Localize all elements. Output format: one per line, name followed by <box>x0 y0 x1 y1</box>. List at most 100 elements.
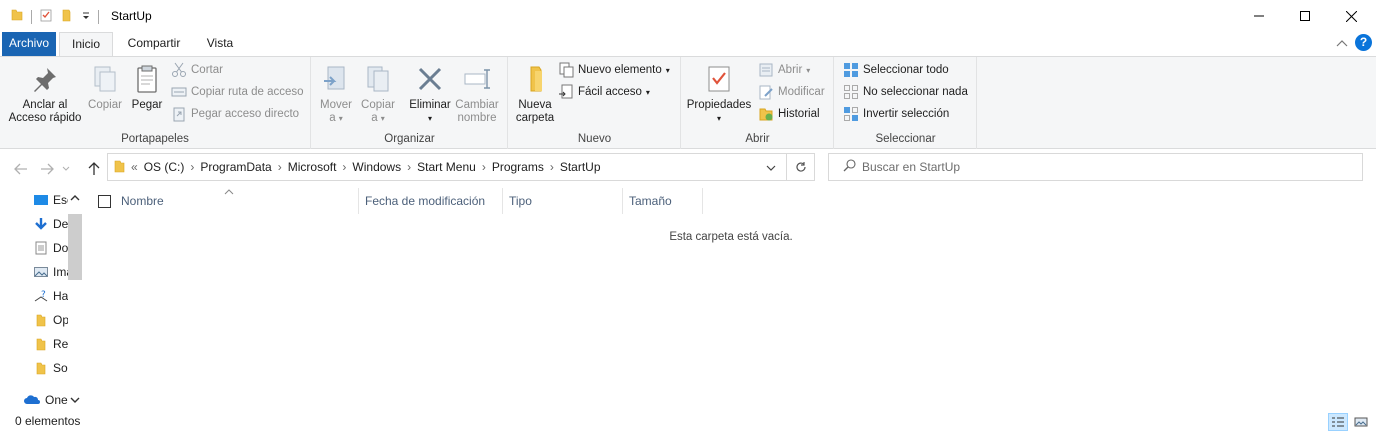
select-none-button[interactable]: No seleccionar nada <box>843 82 968 102</box>
network-icon: ? <box>34 290 48 302</box>
rename-icon <box>464 69 490 89</box>
copy-to-button[interactable]: Copiar a ▾ <box>358 63 398 125</box>
breadcrumb-windows[interactable]: Windows <box>348 160 405 174</box>
column-tamano[interactable]: Tamaño <box>623 188 703 214</box>
scroll-down-icon[interactable] <box>70 396 80 404</box>
svg-text:?: ? <box>41 290 46 300</box>
collapse-ribbon-icon[interactable] <box>1336 38 1348 52</box>
breadcrumb-microsoft[interactable]: Microsoft <box>284 160 341 174</box>
qat-dropdown-icon[interactable] <box>81 8 91 25</box>
nav-item-re[interactable]: Re <box>34 334 68 354</box>
quick-access-toolbar <box>10 8 99 25</box>
minimize-button[interactable] <box>1236 0 1282 32</box>
folder-icon <box>36 314 46 327</box>
select-all-button[interactable]: Seleccionar todo <box>843 60 949 80</box>
forward-arrow-icon[interactable] <box>38 160 56 178</box>
maximize-button[interactable] <box>1282 0 1328 32</box>
group-label-organizar: Organizar <box>384 133 435 145</box>
open-button[interactable]: Abrir ▾ <box>758 60 810 80</box>
nav-item-onedrive[interactable]: OneDrive <box>24 390 68 410</box>
details-view-button[interactable] <box>1328 413 1348 431</box>
tab-archivo[interactable]: Archivo <box>2 32 56 56</box>
recent-dropdown-icon[interactable] <box>60 160 72 178</box>
rename-button[interactable]: Cambiar nombre <box>454 63 500 125</box>
new-folder-qat-icon[interactable] <box>60 8 74 25</box>
copy-button[interactable]: Copiar <box>86 63 124 112</box>
breadcrumb-start-menu[interactable]: Start Menu <box>413 160 480 174</box>
group-portapapeles: Anclar al Acceso rápido Copiar Pegar Cor… <box>0 57 311 149</box>
tab-compartir[interactable]: Compartir <box>118 32 190 56</box>
paste-button[interactable]: Pegar <box>128 63 166 112</box>
group-label-abrir: Abrir <box>745 133 770 145</box>
breadcrumb-separator[interactable]: › <box>480 160 488 174</box>
nav-scroll-thumb[interactable] <box>68 214 82 280</box>
chevron-down-icon: ▾ <box>665 65 670 75</box>
search-input[interactable] <box>862 160 1342 174</box>
nav-item-imagenes[interactable]: Imágenes <box>34 262 68 282</box>
open-icon <box>759 63 773 77</box>
tab-inicio[interactable]: Inicio <box>59 32 113 57</box>
copy-path-button[interactable]: Copiar ruta de acceso <box>171 82 304 102</box>
nav-item-escritorio[interactable]: Escritorio <box>34 190 68 210</box>
nav-item-hash[interactable]: ? Hash <box>34 286 68 306</box>
nav-item-op[interactable]: Op <box>34 310 68 330</box>
close-button[interactable] <box>1328 0 1374 32</box>
empty-folder-message: Esta carpeta está vacía. <box>669 231 793 243</box>
paste-shortcut-button[interactable]: Pegar acceso directo <box>171 104 299 124</box>
nav-scrollbar[interactable] <box>68 188 82 408</box>
history-icon <box>759 108 773 121</box>
breadcrumb-programs[interactable]: Programs <box>488 160 548 174</box>
breadcrumb-programdata[interactable]: ProgramData <box>196 160 275 174</box>
group-abrir: Propiedades ▾ Abrir ▾ Modificar Historia… <box>682 57 834 149</box>
easy-access-button[interactable]: Fácil acceso ▾ <box>558 82 650 102</box>
move-to-button[interactable]: Mover a ▾ <box>316 63 356 125</box>
cut-button[interactable]: Cortar <box>171 60 223 80</box>
window-title: StartUp <box>111 9 152 23</box>
properties-button[interactable]: Propiedades ▾ <box>685 63 753 125</box>
address-bar[interactable]: « OS (C:) › ProgramData › Microsoft › Wi… <box>107 153 787 181</box>
new-folder-button[interactable]: Nueva carpeta <box>513 63 557 125</box>
column-fecha[interactable]: Fecha de modificación <box>359 188 503 214</box>
breadcrumb-separator[interactable]: › <box>188 160 196 174</box>
refresh-button[interactable] <box>786 153 815 181</box>
search-box[interactable] <box>828 153 1363 181</box>
history-button[interactable]: Historial <box>758 104 820 124</box>
overflow-chevron[interactable]: « <box>129 160 140 174</box>
nav-item-so[interactable]: So <box>34 358 68 378</box>
scroll-up-icon[interactable] <box>70 194 80 202</box>
select-all-icon <box>844 63 858 77</box>
back-arrow-icon[interactable] <box>12 160 30 178</box>
breadcrumb-os-c[interactable]: OS (C:) <box>140 160 189 174</box>
new-item-button[interactable]: Nuevo elemento ▾ <box>558 60 670 80</box>
status-bar: 0 elementos <box>0 410 1376 433</box>
tab-vista[interactable]: Vista <box>196 32 244 56</box>
navigation-row: « OS (C:) › ProgramData › Microsoft › Wi… <box>0 150 1376 188</box>
select-all-checkbox[interactable] <box>98 195 111 208</box>
breadcrumb-separator[interactable]: › <box>276 160 284 174</box>
help-icon[interactable]: ? <box>1355 34 1372 51</box>
paste-shortcut-icon <box>173 107 185 122</box>
folder-icon[interactable] <box>10 8 24 25</box>
breadcrumb-startup[interactable]: StartUp <box>556 160 605 174</box>
pin-quick-access-button[interactable]: Anclar al Acceso rápido <box>6 63 84 125</box>
address-dropdown-icon[interactable] <box>766 160 776 174</box>
invert-selection-icon <box>844 107 858 121</box>
ribbon: Anclar al Acceso rápido Copiar Pegar Cor… <box>0 56 1376 149</box>
column-tipo[interactable]: Tipo <box>503 188 623 214</box>
scissors-icon <box>172 62 186 77</box>
column-nombre[interactable]: Nombre <box>115 188 359 214</box>
new-folder-icon <box>530 66 542 92</box>
breadcrumb-separator[interactable]: › <box>405 160 413 174</box>
edit-button[interactable]: Modificar <box>758 82 825 102</box>
properties-icon <box>708 66 730 92</box>
breadcrumb-separator[interactable]: › <box>548 160 556 174</box>
properties-qat-icon[interactable] <box>39 8 53 25</box>
pictures-icon <box>34 267 48 277</box>
refresh-icon <box>795 162 806 172</box>
large-icons-view-button[interactable] <box>1351 413 1371 431</box>
onedrive-icon <box>24 395 40 404</box>
invert-selection-button[interactable]: Invertir selección <box>843 104 949 124</box>
breadcrumb-separator[interactable]: › <box>340 160 348 174</box>
delete-button[interactable]: Eliminar ▾ <box>407 63 453 125</box>
up-arrow-icon[interactable] <box>85 160 103 178</box>
